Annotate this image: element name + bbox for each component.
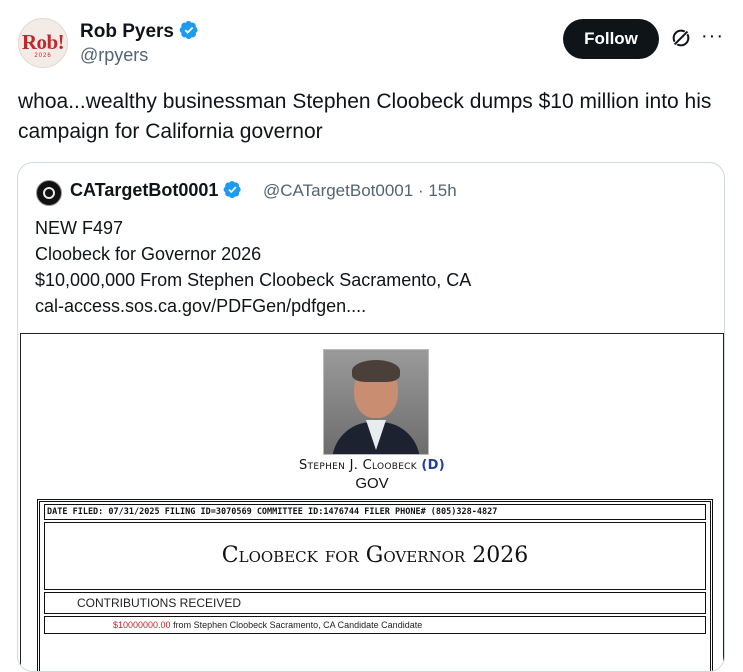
meta-separator: · [417, 181, 429, 200]
verified-badge-icon [179, 21, 198, 39]
author-handle[interactable]: @rpyers [80, 45, 148, 66]
more-options-icon[interactable]: ··· [701, 26, 727, 46]
section-label: CONTRIBUTIONS RECEIVED [44, 592, 706, 614]
filing-form: DATE FILED: 07/31/2025 FILING ID=3070569… [37, 499, 713, 671]
quoted-tweet-card[interactable]: CATargetBot0001 @CATargetBot0001 · 15h N… [17, 162, 725, 672]
candidate-name-line: Stephen J. Cloobeck (D) [21, 458, 723, 473]
contribution-amount: $10000000.00 [113, 620, 171, 630]
quoted-meta: @CATargetBot0001 · 15h [263, 181, 457, 201]
quoted-author-handle[interactable]: @CATargetBot0001 [263, 181, 413, 200]
quoted-line: Cloobeck for Governor 2026 [35, 244, 262, 264]
committee-title: Cloobeck for Governor 2026 [221, 543, 529, 568]
author-avatar[interactable]: Rob! 2026 [18, 18, 68, 68]
author-name-row[interactable]: Rob Pyers [80, 20, 199, 43]
candidate-photo [323, 349, 429, 455]
avatar-logo-text: Rob! [21, 30, 65, 54]
quoted-link[interactable]: cal-access.sos.ca.gov/PDFGen/pdfgen.... [35, 293, 471, 319]
filing-header-line: DATE FILED: 07/31/2025 FILING ID=3070569… [44, 504, 706, 520]
quoted-author-avatar[interactable] [36, 180, 62, 206]
grok-icon[interactable] [670, 27, 692, 49]
quoted-author-name-row[interactable]: CATargetBot0001 [70, 180, 242, 201]
filing-document-image[interactable]: Stephen J. Cloobeck (D) GOV DATE FILED: … [20, 333, 724, 671]
quoted-tweet-text: NEW F497 Cloobeck for Governor 2026 $10,… [35, 215, 471, 319]
author-name[interactable]: Rob Pyers [80, 21, 174, 42]
follow-button[interactable]: Follow [563, 19, 659, 59]
contribution-row: $10000000.00 from Stephen Cloobeck Sacra… [44, 616, 706, 634]
quoted-timestamp[interactable]: 15h [428, 181, 456, 200]
quoted-line: NEW F497 [35, 218, 124, 238]
avatar-logo-year: 2026 [34, 53, 52, 59]
committee-title-box: Cloobeck for Governor 2026 [44, 522, 706, 590]
contribution-detail: from Stephen Cloobeck Sacramento, CA Can… [170, 620, 423, 630]
candidate-party: (D) [421, 458, 445, 473]
tweet-text: whoa...wealthy businessman Stephen Cloob… [18, 90, 712, 143]
verified-badge-icon [223, 180, 242, 199]
candidate-name: Stephen J. Cloobeck [299, 458, 417, 473]
candidate-office: GOV [355, 475, 389, 492]
quoted-line: $10,000,000 From Stephen Cloobeck Sacram… [35, 270, 472, 290]
quoted-author-name[interactable]: CATargetBot0001 [70, 180, 218, 200]
